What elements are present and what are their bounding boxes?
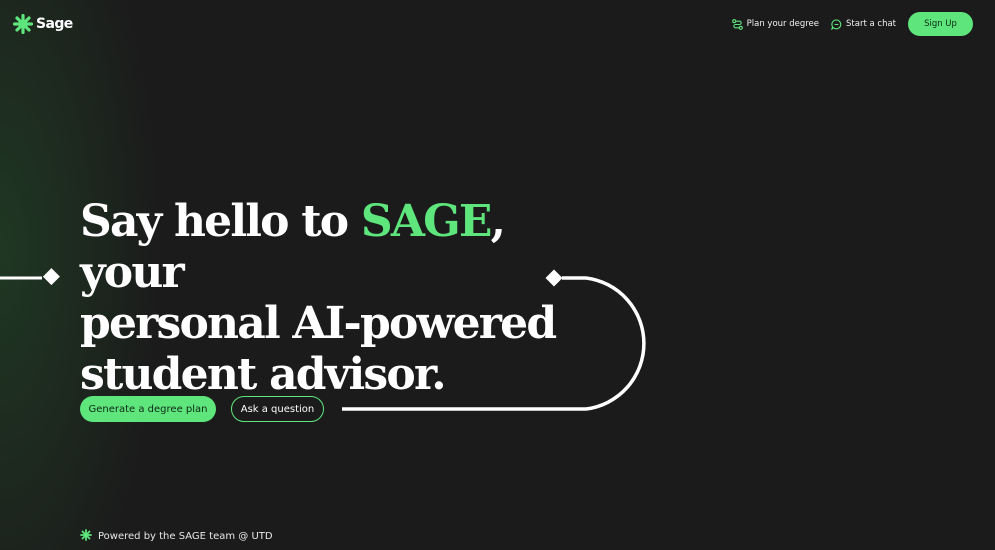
hero-line-2: personal AI-powered [80,298,557,349]
hero-highlight-sage: SAGE [360,196,493,247]
sign-up-button[interactable]: Sign Up [908,12,973,36]
hero-line-1-start: Say hello to [80,196,361,247]
generate-degree-plan-button[interactable]: Generate a degree plan [80,396,216,422]
hero-line-1: Say hello to SAGE, your [80,196,600,298]
hero-headline: Say hello to SAGE, your personal AI-powe… [80,196,600,400]
footer-text: Powered by the SAGE team @ UTD [98,531,273,542]
nav-plan-label: Plan your degree [746,19,820,29]
route-icon [731,18,743,30]
footer-credit: Powered by the SAGE team @ UTD [80,529,273,544]
logo-text: Sage [36,16,73,32]
chat-bubble-icon [831,18,842,30]
left-diamond-icon [42,268,60,286]
nav-chat-label: Start a chat [846,19,896,29]
asterisk-logo-icon [13,14,33,34]
nav-start-a-chat[interactable]: Start a chat [831,18,896,30]
top-nav: Plan your degree Start a chat Sign Up [731,12,973,36]
asterisk-icon [80,529,92,544]
hero-line-3: student advisor. [80,349,447,400]
ask-question-button[interactable]: Ask a question [231,396,324,422]
sage-logo[interactable]: Sage [13,14,73,34]
nav-plan-your-degree[interactable]: Plan your degree [731,18,820,30]
